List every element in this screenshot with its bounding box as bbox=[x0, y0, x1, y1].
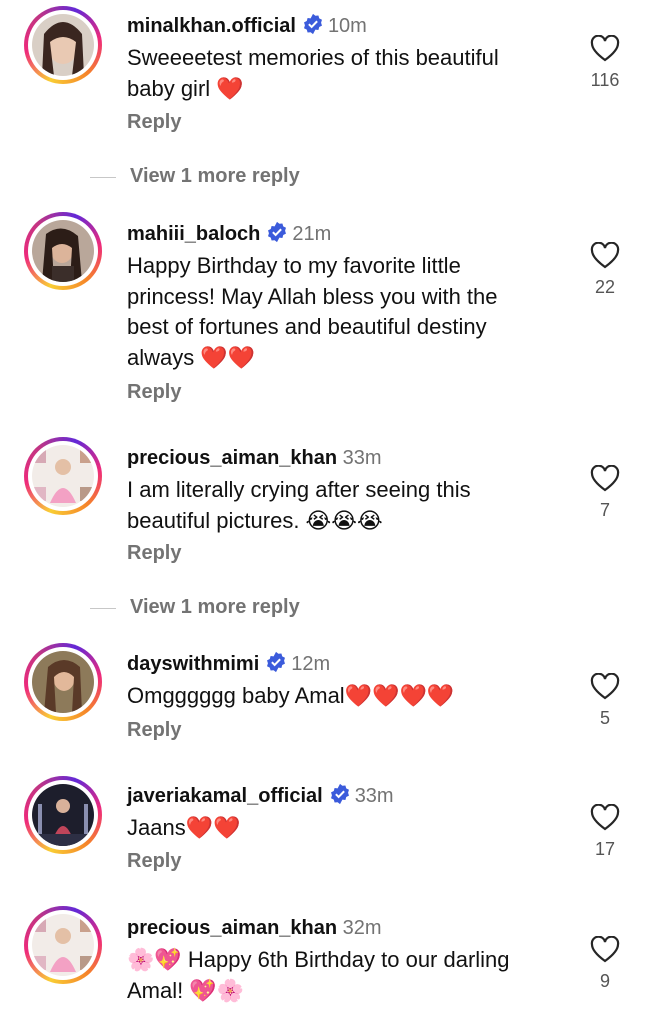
heart-outline-icon bbox=[583, 936, 627, 963]
comment-header: javeriakamal_official 33m bbox=[127, 783, 394, 812]
timestamp: 33m bbox=[354, 785, 394, 807]
username[interactable]: mahiii_baloch bbox=[127, 223, 260, 245]
timestamp: 21m bbox=[292, 223, 332, 245]
like-button[interactable]: 9 bbox=[583, 936, 627, 992]
timestamp: 10m bbox=[327, 15, 367, 37]
username[interactable]: minalkhan.official bbox=[127, 15, 296, 37]
like-button[interactable]: 5 bbox=[583, 673, 627, 729]
comment-header: minalkhan.official 10m bbox=[127, 13, 367, 42]
divider bbox=[90, 177, 116, 178]
avatar[interactable] bbox=[24, 212, 102, 290]
reply-button[interactable]: Reply bbox=[127, 542, 181, 565]
comment-text: Jaans❤️❤️ bbox=[127, 815, 241, 840]
avatar[interactable] bbox=[24, 437, 102, 515]
heart-outline-icon bbox=[583, 673, 627, 700]
like-count: 17 bbox=[594, 839, 616, 859]
reply-button[interactable]: Reply bbox=[127, 111, 181, 134]
avatar[interactable] bbox=[24, 776, 102, 854]
comment-header: dayswithmimi 12m bbox=[127, 651, 330, 680]
comment-text: Sweeeetest memories of this beautiful ba… bbox=[127, 45, 499, 101]
heart-outline-icon bbox=[583, 465, 627, 492]
verified-badge-icon bbox=[266, 221, 288, 250]
username[interactable]: precious_aiman_khan bbox=[127, 447, 337, 469]
timestamp: 32m bbox=[342, 917, 382, 939]
divider bbox=[90, 608, 116, 609]
view-more-label[interactable]: View 1 more reply bbox=[130, 596, 300, 619]
comment-text: 🌸💖 Happy 6th Birthday to our darling Ama… bbox=[127, 947, 510, 1003]
timestamp: 33m bbox=[342, 447, 382, 469]
verified-badge-icon bbox=[329, 783, 351, 812]
username[interactable]: dayswithmimi bbox=[127, 653, 259, 675]
view-more-label[interactable]: View 1 more reply bbox=[130, 165, 300, 188]
avatar[interactable] bbox=[24, 906, 102, 984]
timestamp: 12m bbox=[291, 653, 331, 675]
like-count: 22 bbox=[594, 277, 616, 297]
heart-outline-icon bbox=[583, 35, 627, 62]
comment-header: precious_aiman_khan 32m bbox=[127, 915, 382, 941]
comment-header: precious_aiman_khan 33m bbox=[127, 445, 382, 471]
comment-text: I am literally crying after seeing this … bbox=[127, 477, 471, 533]
like-count: 5 bbox=[599, 708, 610, 728]
verified-badge-icon bbox=[265, 651, 287, 680]
like-count: 9 bbox=[599, 971, 610, 991]
like-count: 7 bbox=[599, 500, 610, 520]
like-button[interactable]: 17 bbox=[583, 804, 627, 860]
reply-button[interactable]: Reply bbox=[127, 850, 181, 873]
heart-outline-icon bbox=[583, 804, 627, 831]
reply-button[interactable]: Reply bbox=[127, 719, 181, 742]
avatar[interactable] bbox=[24, 643, 102, 721]
like-button[interactable]: 116 bbox=[583, 35, 627, 91]
comment-text: Omgggggg baby Amal❤️❤️❤️❤️ bbox=[127, 683, 455, 708]
comment-text: Happy Birthday to my favorite little pri… bbox=[127, 253, 498, 370]
like-count: 116 bbox=[590, 70, 620, 90]
verified-badge-icon bbox=[302, 13, 324, 42]
like-button[interactable]: 7 bbox=[583, 465, 627, 521]
reply-button[interactable]: Reply bbox=[127, 381, 181, 404]
heart-outline-icon bbox=[583, 242, 627, 269]
like-button[interactable]: 22 bbox=[583, 242, 627, 298]
comment-header: mahiii_baloch 21m bbox=[127, 221, 331, 250]
username[interactable]: javeriakamal_official bbox=[127, 785, 323, 807]
username[interactable]: precious_aiman_khan bbox=[127, 917, 337, 939]
avatar[interactable] bbox=[24, 6, 102, 84]
